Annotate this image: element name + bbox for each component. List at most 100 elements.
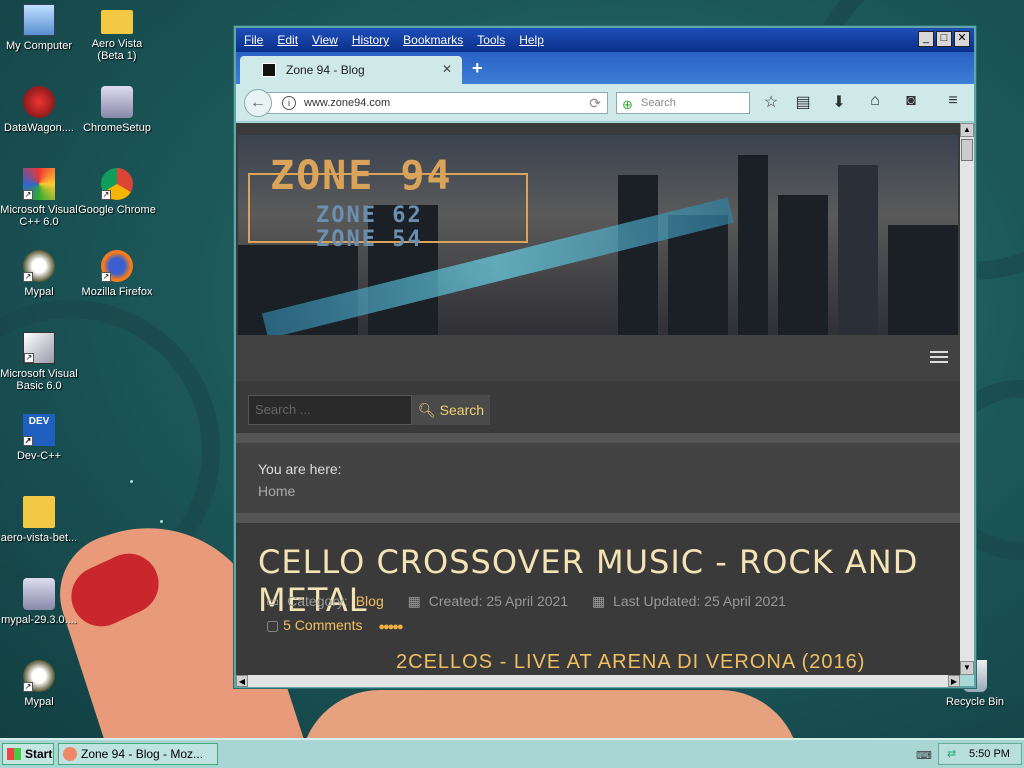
desktop-icon-my-computer[interactable]: My Computer (0, 4, 78, 52)
site-banner: ZONE 94 ZONE 62 ZONE 54 (238, 135, 958, 335)
desktop-icon-mypal-2[interactable]: ↗ Mypal (0, 660, 78, 708)
site-search-input[interactable]: Search ... (248, 395, 412, 425)
site-search-button[interactable]: 🔍︎ Search (412, 395, 490, 425)
navigation-toolbar: i www.zone94.com ⟳ ← ⊕ Search ☆ ▤ ⬇ ⌂ ◙ … (236, 84, 974, 122)
menu-bar: File Edit View History Bookmarks Tools H… (236, 28, 974, 52)
divider (236, 433, 960, 443)
url-bar[interactable]: i www.zone94.com ⟳ (258, 92, 608, 114)
browser-window: File Edit View History Bookmarks Tools H… (234, 26, 976, 688)
taskbar-item-firefox[interactable]: Zone 94 - Blog - Moz... (58, 743, 218, 765)
window-controls: _ □ ✕ (918, 31, 970, 47)
menu-bookmarks[interactable]: Bookmarks (403, 33, 463, 47)
network-icon[interactable]: ⇄ (947, 744, 956, 764)
scroll-down-icon[interactable]: ▼ (960, 661, 974, 675)
site-menu-icon[interactable] (930, 351, 948, 366)
folder-icon (101, 10, 133, 34)
shortcut-arrow-icon: ↗ (101, 272, 111, 282)
breadcrumb-home-link[interactable]: Home (258, 483, 295, 499)
wallpaper-figure-body (300, 690, 800, 738)
calendar-icon: ▦ (591, 593, 606, 609)
menu-tools[interactable]: Tools (477, 33, 505, 47)
scroll-thumb[interactable] (961, 139, 973, 161)
pocket-icon[interactable]: ◙ (900, 92, 922, 110)
desktop-icon-chromesetup[interactable]: ChromeSetup (78, 86, 156, 134)
close-window-button[interactable]: ✕ (954, 31, 970, 47)
icon-label: DataWagon.... (4, 122, 74, 134)
horizontal-scrollbar[interactable]: ◀ ▶ (236, 675, 960, 687)
desktop-icon-visual-basic[interactable]: ↗ Microsoft Visual Basic 6.0 (0, 332, 78, 392)
back-arrow-icon: ← (250, 94, 266, 111)
firefox-icon: ↗ (101, 250, 133, 282)
article-meta: ▭ Category: Blog ▦ Created: 25 April 202… (266, 593, 790, 610)
chrome-icon: ↗ (101, 168, 133, 200)
menu-history[interactable]: History (352, 33, 389, 47)
tab-zone94-blog[interactable]: Zone 94 - Blog ✕ (240, 56, 462, 84)
scroll-up-icon[interactable]: ▲ (960, 123, 974, 137)
category-link[interactable]: Blog (356, 593, 384, 609)
shortcut-arrow-icon: ↗ (101, 190, 111, 200)
desktop-icon-visual-cpp[interactable]: ↗ Microsoft Visual C++ 6.0 (0, 168, 78, 228)
keyboard-icon[interactable]: ⌨ (916, 749, 932, 762)
desktop-icon-datawagon[interactable]: DataWagon.... (0, 86, 78, 134)
desktop-icon-aero-vista-archive[interactable]: aero-vista-bet... (0, 496, 78, 544)
search-bar[interactable]: ⊕ Search (616, 92, 750, 114)
scroll-left-icon[interactable]: ◀ (236, 675, 248, 687)
page-content: ZONE 94 ZONE 62 ZONE 54 Search ... 🔍︎ Se… (236, 123, 960, 675)
logo-sub-1: ZONE 62 (316, 203, 423, 228)
back-button[interactable]: ← (244, 89, 272, 117)
breadcrumb: You are here: Home (236, 443, 960, 513)
shortcut-arrow-icon: ↗ (23, 272, 33, 282)
calendar-icon: ▦ (407, 593, 421, 609)
zip-folder-icon (23, 496, 55, 528)
new-tab-icon[interactable]: + (472, 58, 483, 79)
desktop-icon-aero-vista[interactable]: Aero Vista (Beta 1) (78, 4, 156, 62)
info-icon[interactable]: i (282, 96, 296, 110)
icon-label: ChromeSetup (83, 122, 151, 134)
maximize-button[interactable]: □ (936, 31, 952, 47)
home-icon[interactable]: ⌂ (864, 92, 886, 110)
icon-label: Mozilla Firefox (81, 286, 153, 298)
firefox-icon (63, 747, 77, 761)
menu-view[interactable]: View (312, 33, 338, 47)
visual-cpp-icon: ↗ (23, 168, 55, 200)
menu-help[interactable]: Help (519, 33, 544, 47)
menu-hamburger-icon[interactable]: ≡ (942, 92, 964, 110)
close-tab-icon[interactable]: ✕ (442, 62, 452, 76)
downloads-icon[interactable]: ⬇ (828, 92, 850, 112)
desktop-icon-google-chrome[interactable]: ↗ Google Chrome (78, 168, 156, 216)
icon-label: Mypal (24, 286, 54, 298)
menu-file[interactable]: File (244, 33, 263, 47)
bookmark-star-icon[interactable]: ☆ (760, 92, 782, 112)
dev-cpp-icon: DEV ↗ (23, 414, 55, 446)
start-button[interactable]: Start (2, 743, 54, 765)
datawagon-icon (23, 86, 55, 118)
rating-stars-icon[interactable]: ●●●●● (378, 621, 403, 633)
vertical-scrollbar[interactable]: ▲ ▼ (960, 123, 974, 675)
mypal-icon: ↗ (23, 250, 55, 282)
desktop-icon-mypal-installer[interactable]: mypal-29.3.0.... (0, 578, 78, 626)
tab-strip: Zone 94 - Blog ✕ + (236, 52, 974, 84)
reload-icon[interactable]: ⟳ (589, 93, 601, 113)
mypal-icon: ↗ (23, 660, 55, 692)
site-logo[interactable]: ZONE 94 (270, 153, 453, 199)
star (160, 520, 163, 523)
site-favicon-icon (262, 63, 276, 77)
start-label: Start (25, 747, 53, 761)
clock[interactable]: 5:50 PM (969, 748, 1010, 760)
icon-label: mypal-29.3.0.... (1, 614, 77, 626)
desktop-icon-firefox[interactable]: ↗ Mozilla Firefox (78, 250, 156, 298)
scroll-right-icon[interactable]: ▶ (948, 675, 960, 687)
article-comments: ▢ 5 Comments ●●●●● (266, 617, 404, 634)
desktop-icon-mypal[interactable]: ↗ Mypal (0, 250, 78, 298)
reading-list-icon[interactable]: ▤ (792, 92, 814, 112)
menu-edit[interactable]: Edit (277, 33, 298, 47)
icon-label: aero-vista-bet... (0, 532, 78, 544)
tab-title: Zone 94 - Blog (286, 63, 365, 77)
comments-link[interactable]: 5 Comments (283, 617, 362, 633)
created-date: Created: 25 April 2021 (428, 593, 569, 609)
minimize-button[interactable]: _ (918, 31, 934, 47)
icon-label: Microsoft Visual Basic 6.0 (0, 368, 78, 392)
breadcrumb-label: You are here: (258, 461, 342, 477)
desktop-icon-dev-cpp[interactable]: DEV ↗ Dev-C++ (0, 414, 78, 462)
windows-logo-icon (7, 748, 21, 760)
